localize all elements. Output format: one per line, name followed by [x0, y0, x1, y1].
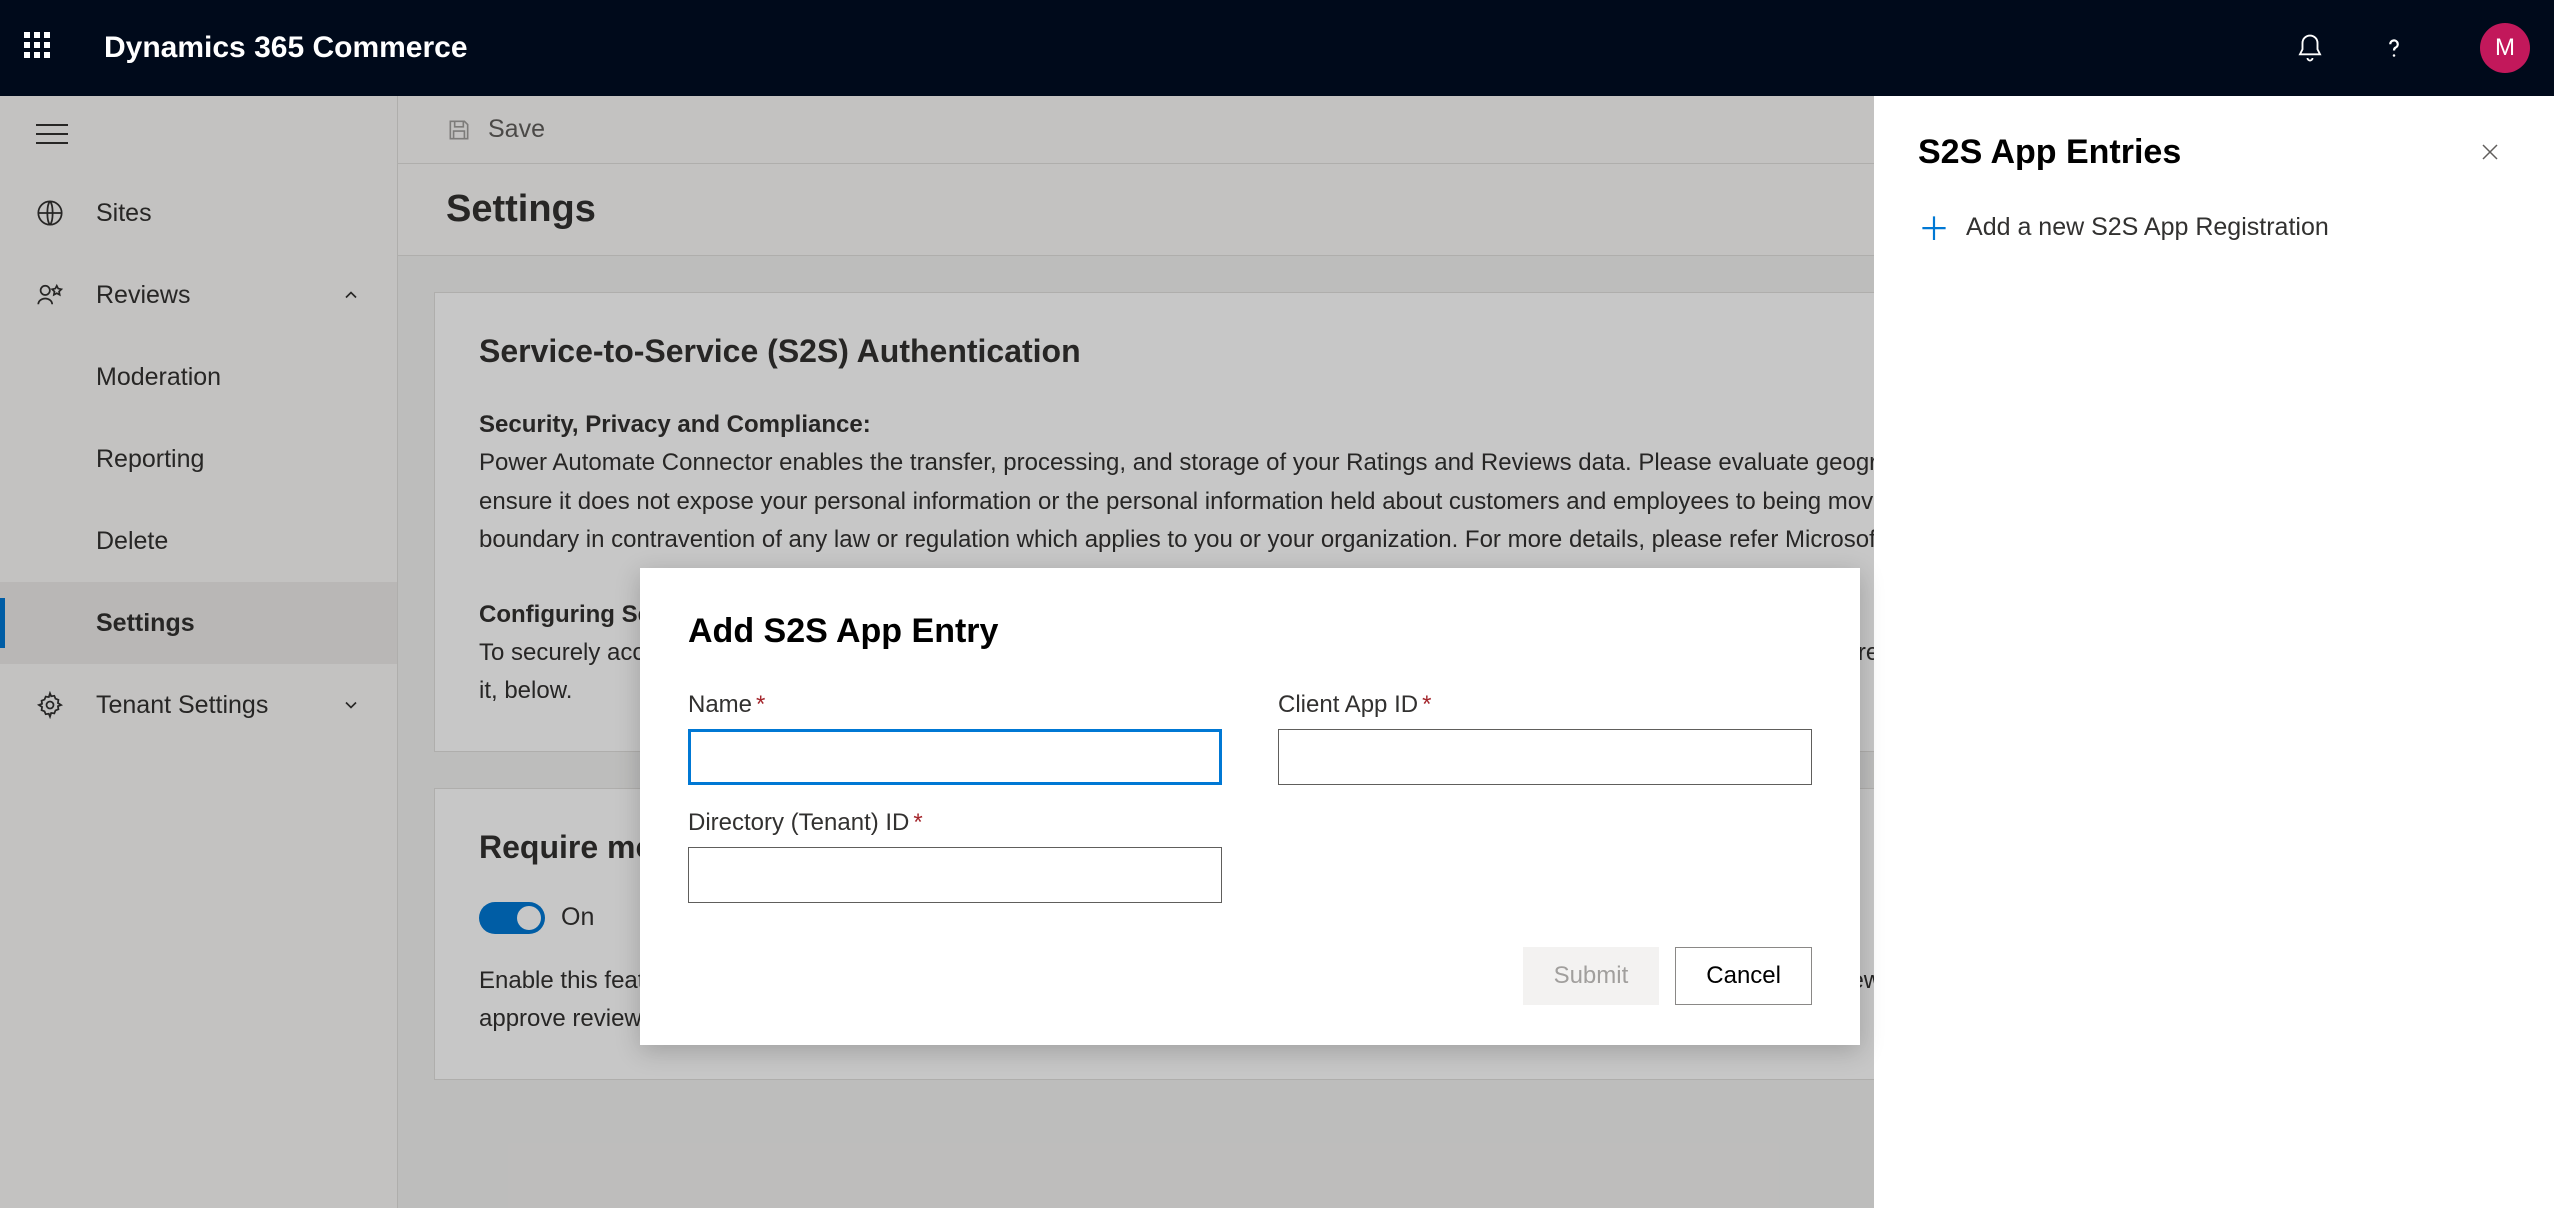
add-s2s-entry-dialog: Add S2S App Entry Name* Client App ID* D…	[640, 568, 1860, 1045]
user-avatar[interactable]: M	[2480, 23, 2530, 73]
name-label: Name*	[688, 691, 1222, 719]
add-s2s-label: Add a new S2S App Registration	[1966, 213, 2329, 242]
add-s2s-registration-button[interactable]: ＋ Add a new S2S App Registration	[1918, 204, 2510, 250]
name-input[interactable]	[688, 729, 1222, 785]
cancel-button[interactable]: Cancel	[1675, 947, 1812, 1005]
client-id-label: Client App ID*	[1278, 691, 1812, 719]
top-app-bar: Dynamics 365 Commerce M	[0, 0, 2554, 96]
submit-button[interactable]: Submit	[1523, 947, 1660, 1005]
panel-title: S2S App Entries	[1918, 133, 2181, 172]
s2s-entries-panel: S2S App Entries ＋ Add a new S2S App Regi…	[1874, 96, 2554, 1208]
client-id-input[interactable]	[1278, 729, 1812, 785]
close-icon[interactable]	[2470, 132, 2510, 172]
client-id-field-group: Client App ID*	[1278, 691, 1812, 785]
app-title: Dynamics 365 Commerce	[104, 31, 2292, 65]
help-icon[interactable]	[2376, 30, 2412, 66]
tenant-id-label: Directory (Tenant) ID*	[688, 809, 1222, 837]
app-launcher-icon[interactable]	[24, 32, 56, 64]
tenant-id-field-group: Directory (Tenant) ID*	[688, 809, 1222, 903]
name-field-group: Name*	[688, 691, 1222, 785]
tenant-id-input[interactable]	[688, 847, 1222, 903]
plus-icon: ＋	[1918, 204, 1950, 250]
avatar-initial: M	[2495, 34, 2515, 62]
notifications-icon[interactable]	[2292, 30, 2328, 66]
dialog-title: Add S2S App Entry	[688, 612, 1812, 651]
